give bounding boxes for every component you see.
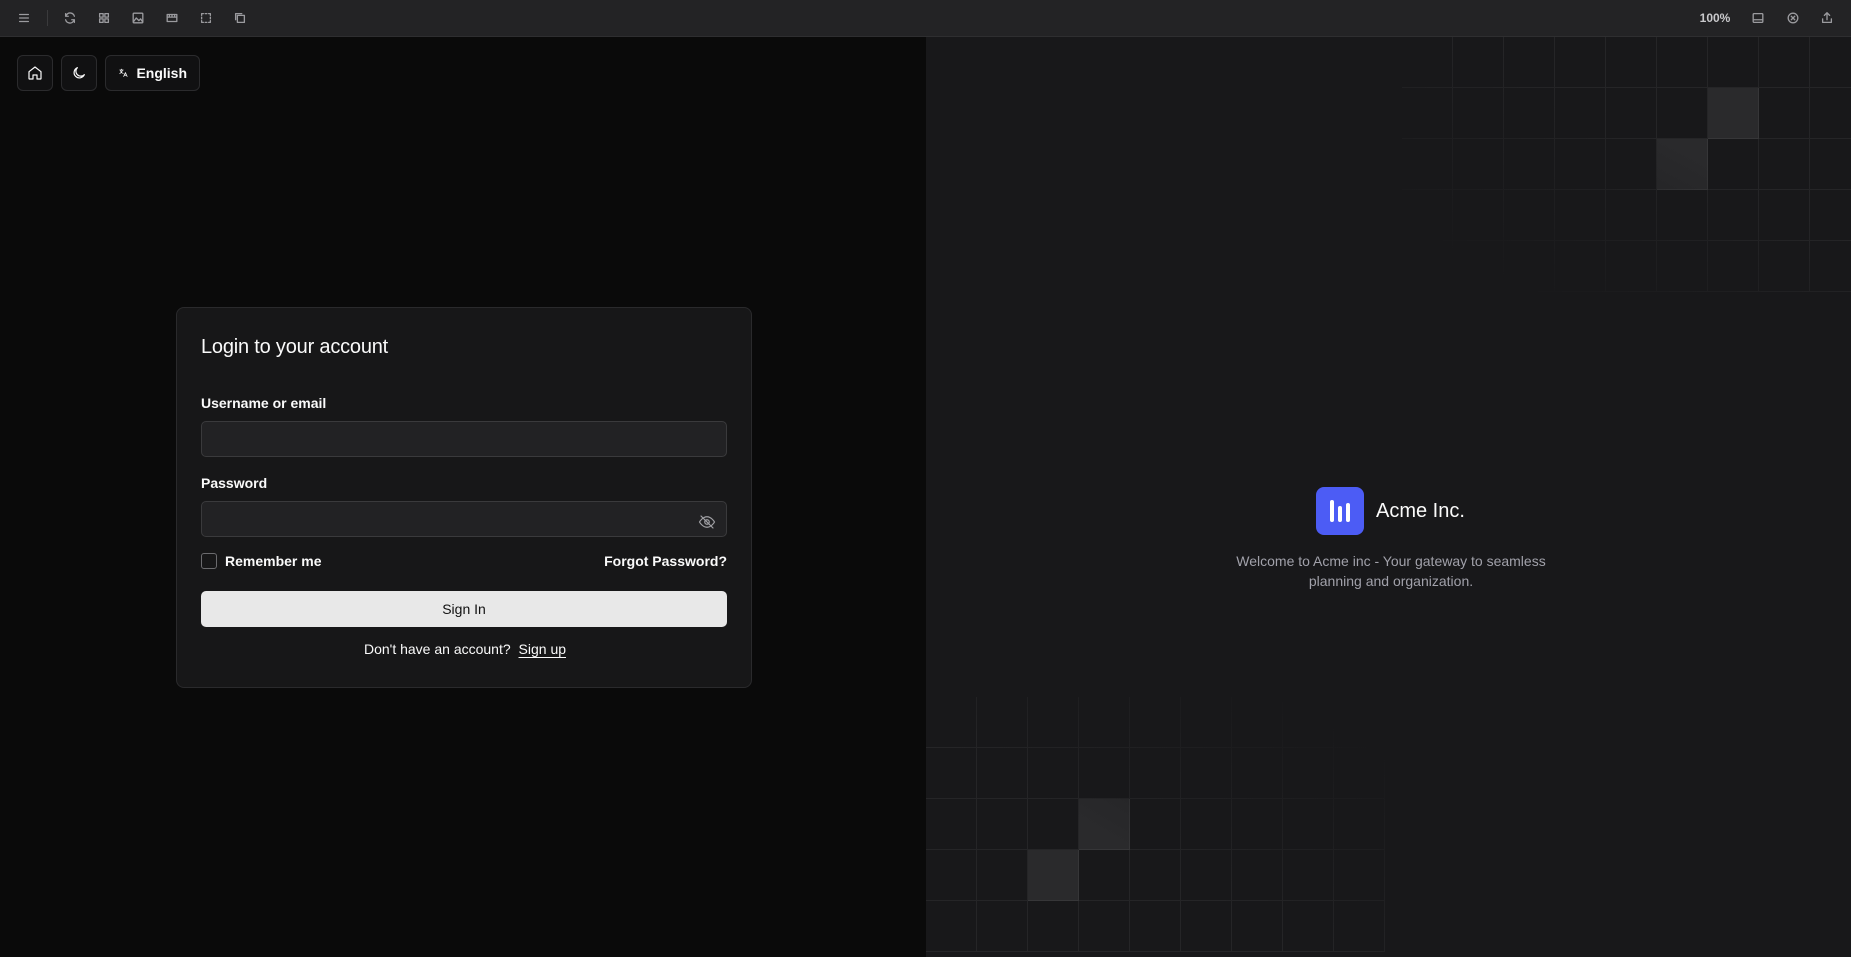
brand-name: Acme Inc. [1376, 499, 1465, 522]
close-circle-icon[interactable] [1783, 8, 1803, 28]
password-label: Password [201, 475, 268, 491]
login-card: Login to your account Username or email … [176, 307, 752, 688]
home-button[interactable] [17, 55, 53, 91]
moon-icon [73, 67, 85, 79]
username-input[interactable] [201, 421, 727, 457]
bar-chart-icon [1330, 500, 1350, 522]
no-account-text: Don't have an account? [363, 641, 511, 657]
right-panel: Acme Inc. Welcome to Acme inc - Your gat… [926, 37, 1851, 957]
ruler-icon[interactable] [162, 8, 182, 28]
grid-icon[interactable] [94, 8, 114, 28]
menu-icon[interactable] [14, 8, 34, 28]
left-panel: English Login to your account Username o… [0, 37, 926, 957]
decorative-grid-top [1402, 37, 1851, 292]
zoom-level[interactable]: 100% [1690, 11, 1740, 25]
remember-me-checkbox[interactable] [201, 553, 217, 569]
page-title: Login to your account [201, 336, 389, 358]
translate-icon [119, 68, 128, 77]
signup-prompt: Don't have an account? Sign up [177, 641, 753, 657]
share-icon[interactable] [1817, 8, 1837, 28]
top-toolbar: 100% [0, 0, 1851, 37]
eye-off-icon[interactable] [697, 512, 717, 532]
panel-icon[interactable] [1748, 8, 1768, 28]
refresh-icon[interactable] [60, 8, 80, 28]
sign-in-button[interactable]: Sign In [201, 591, 727, 627]
password-input[interactable] [201, 501, 727, 537]
layers-icon[interactable] [230, 8, 250, 28]
language-label: English [136, 65, 187, 81]
sign-up-link[interactable]: Sign up [519, 641, 566, 657]
decorative-grid-bottom [926, 697, 1385, 952]
select-icon[interactable] [196, 8, 216, 28]
brand-tagline: Welcome to Acme inc - Your gateway to se… [1236, 553, 1546, 589]
username-label: Username or email [201, 395, 327, 411]
toolbar-divider [47, 10, 48, 26]
forgot-password-link[interactable]: Forgot Password? [604, 553, 727, 569]
theme-toggle-button[interactable] [61, 55, 97, 91]
remember-me-label[interactable]: Remember me [225, 553, 322, 569]
brand: Acme Inc. [1316, 487, 1465, 535]
home-icon [28, 66, 42, 80]
logo [1316, 487, 1364, 535]
language-button[interactable]: English [105, 55, 200, 91]
image-icon[interactable] [128, 8, 148, 28]
